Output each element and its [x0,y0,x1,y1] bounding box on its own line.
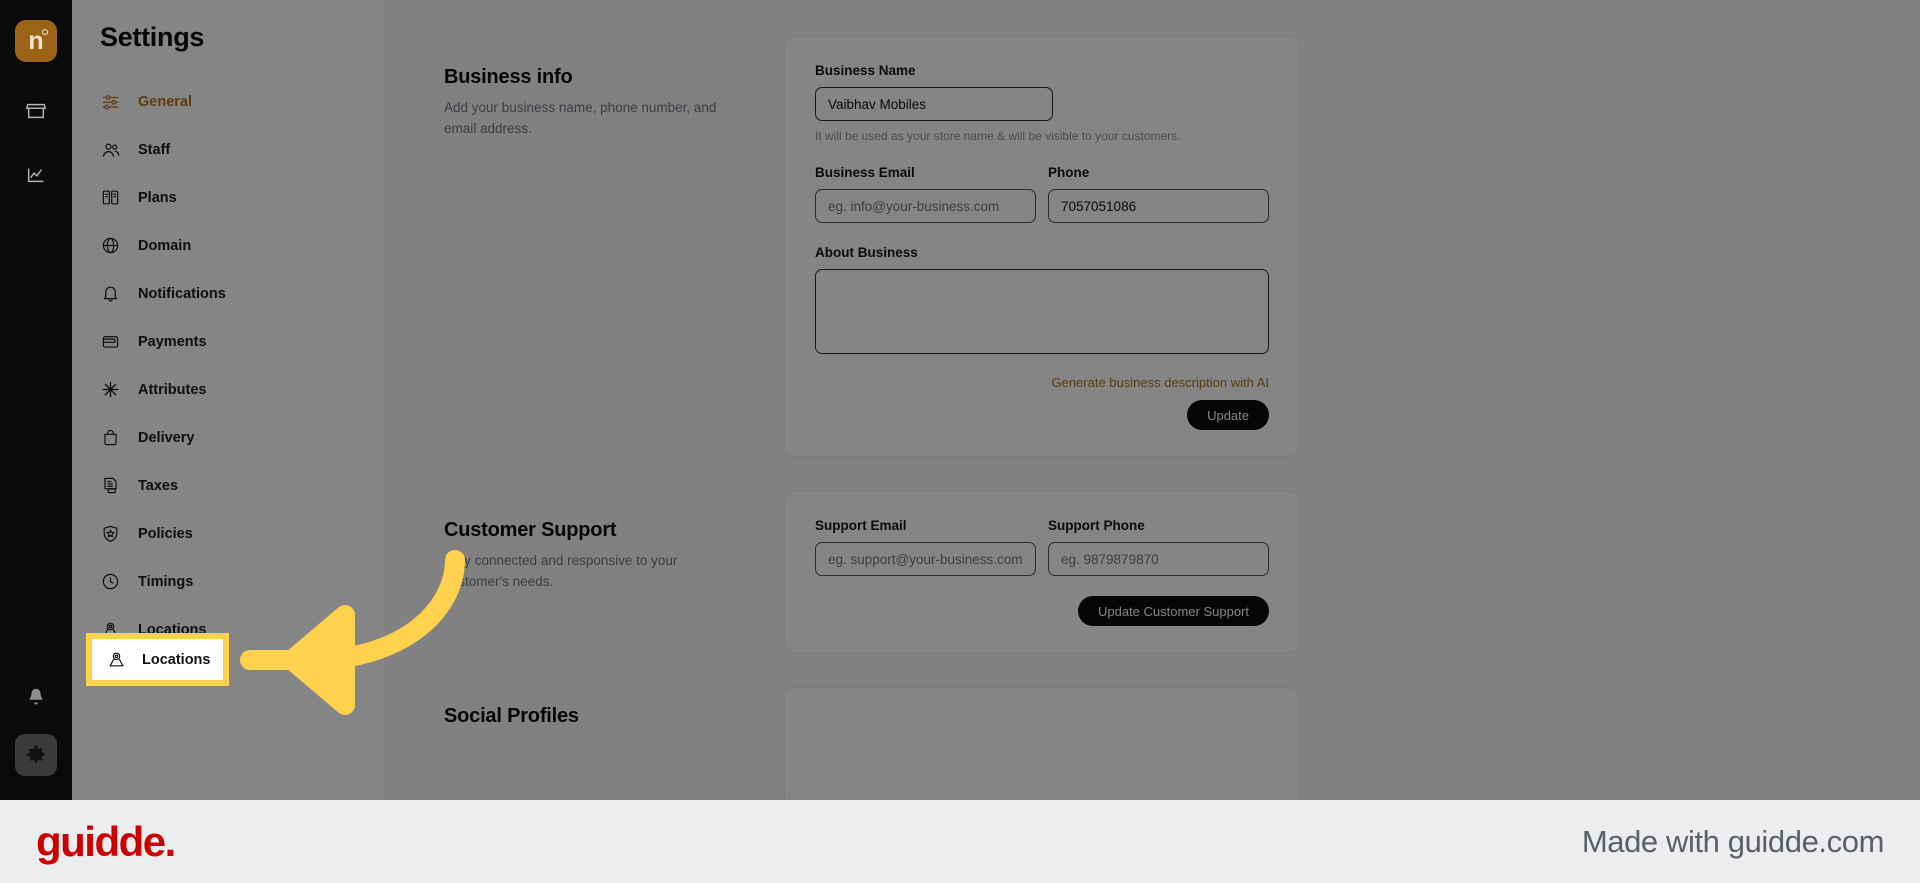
business-update-row: Update [815,400,1269,430]
sidebar-item-taxes[interactable]: Taxes [84,467,372,504]
analytics-icon[interactable] [21,160,51,190]
support-fields-row: Support Email Support Phone [815,518,1269,576]
social-profiles-header: Social Profiles [444,687,784,800]
generate-description-ai-link[interactable]: Generate business description with AI [815,375,1269,390]
main-content: Business info Add your business name, ph… [384,0,1920,800]
phone-group: Phone [1048,165,1269,223]
sidebar-item-label: General [138,93,192,110]
business-name-hint: It will be used as your store name & wil… [815,129,1181,143]
clock-icon [100,571,121,592]
sidebar-item-label: Domain [138,237,192,254]
shield-icon [100,523,121,544]
guidde-footer: guidde. Made with guidde.com [0,800,1920,883]
bag-icon [100,427,121,448]
business-email-group: Business Email [815,165,1036,223]
app-root: Business info Add your business name, ph… [0,0,1920,883]
tax-document-icon [100,475,121,496]
phone-input[interactable] [1048,189,1269,223]
about-business-textarea[interactable] [815,269,1269,354]
support-phone-label: Support Phone [1048,518,1145,533]
customer-support-card: Support Email Support Phone Update Custo… [784,491,1300,653]
sidebar-item-label: Timings [138,573,194,590]
brand-logo[interactable]: n [15,20,57,62]
customer-support-section: Customer Support Stay connected and resp… [384,491,1920,653]
sidebar-item-plans[interactable]: Plans [84,179,372,216]
support-update-row: Update Customer Support [815,596,1269,626]
sidebar-item-general[interactable]: General [84,83,372,120]
sidebar-item-label: Staff [138,141,171,158]
people-icon [100,139,121,160]
business-name-label: Business Name [815,63,916,78]
business-info-card: Business Name It will be used as your st… [784,36,1300,457]
about-business-label: About Business [815,245,918,260]
sidebar-item-notifications[interactable]: Notifications [84,275,372,312]
social-profiles-section: Social Profiles [384,687,1920,800]
locations-highlight-box[interactable]: Locations [86,633,229,686]
business-info-section: Business info Add your business name, ph… [384,36,1920,457]
phone-label: Phone [1048,165,1090,180]
customer-support-description: Stay connected and responsive to your cu… [444,553,678,589]
wallet-icon [100,331,121,352]
plans-icon [100,187,121,208]
about-business-group: About Business [815,245,1269,359]
sidebar-item-policies[interactable]: Policies [84,515,372,552]
sidebar-item-timings[interactable]: Timings [84,563,372,600]
settings-nav: General Staff Plans Domain Notifications… [72,83,384,648]
store-icon[interactable] [21,96,51,126]
social-profiles-title: Social Profiles [444,705,579,727]
globe-icon [100,235,121,256]
location-pin-icon [106,649,127,670]
update-business-button[interactable]: Update [1187,400,1269,430]
business-email-label: Business Email [815,165,915,180]
support-phone-group: Support Phone [1048,518,1269,576]
support-phone-input[interactable] [1048,542,1269,576]
social-profiles-card [784,687,1300,800]
business-info-description: Add your business name, phone number, an… [444,100,717,136]
bell-icon[interactable] [21,682,51,712]
customer-support-header: Customer Support Stay connected and resp… [444,491,784,653]
page-title: Settings [100,22,205,52]
locations-highlight-content: Locations [92,639,223,680]
sidebar-item-attributes[interactable]: Attributes [84,371,372,408]
locations-highlight-label: Locations [142,651,211,668]
business-info-header: Business info Add your business name, ph… [444,36,784,457]
sidebar-item-label: Attributes [138,381,207,398]
business-name-input[interactable] [815,87,1053,121]
application-screen: Business info Add your business name, ph… [0,0,1920,800]
business-email-input[interactable] [815,189,1036,223]
bell-icon [100,283,121,304]
support-email-group: Support Email [815,518,1036,576]
sidebar-item-label: Policies [138,525,193,542]
sidebar-item-payments[interactable]: Payments [84,323,372,360]
sidebar-item-label: Payments [138,333,207,350]
email-phone-row: Business Email Phone [815,165,1269,223]
sidebar-item-staff[interactable]: Staff [84,131,372,168]
support-email-label: Support Email [815,518,907,533]
app-icon-rail: n [0,0,72,800]
update-customer-support-button[interactable]: Update Customer Support [1077,596,1269,626]
sidebar-item-label: Taxes [138,477,179,494]
customer-support-title: Customer Support [444,519,617,541]
gear-icon[interactable] [15,734,57,776]
sidebar-item-delivery[interactable]: Delivery [84,419,372,456]
guidde-logo: guidde. [36,817,176,865]
made-with-guidde-text: Made with guidde.com [1581,823,1885,859]
support-email-input[interactable] [815,542,1036,576]
sliders-icon [100,91,121,112]
sidebar-item-label: Plans [138,189,177,206]
business-info-title: Business info [444,66,573,88]
sidebar-item-label: Delivery [138,429,195,446]
sidebar-item-label: Notifications [138,285,226,302]
asterisk-icon [100,379,121,400]
sidebar-item-domain[interactable]: Domain [84,227,372,264]
brand-logo-dot [42,29,48,35]
